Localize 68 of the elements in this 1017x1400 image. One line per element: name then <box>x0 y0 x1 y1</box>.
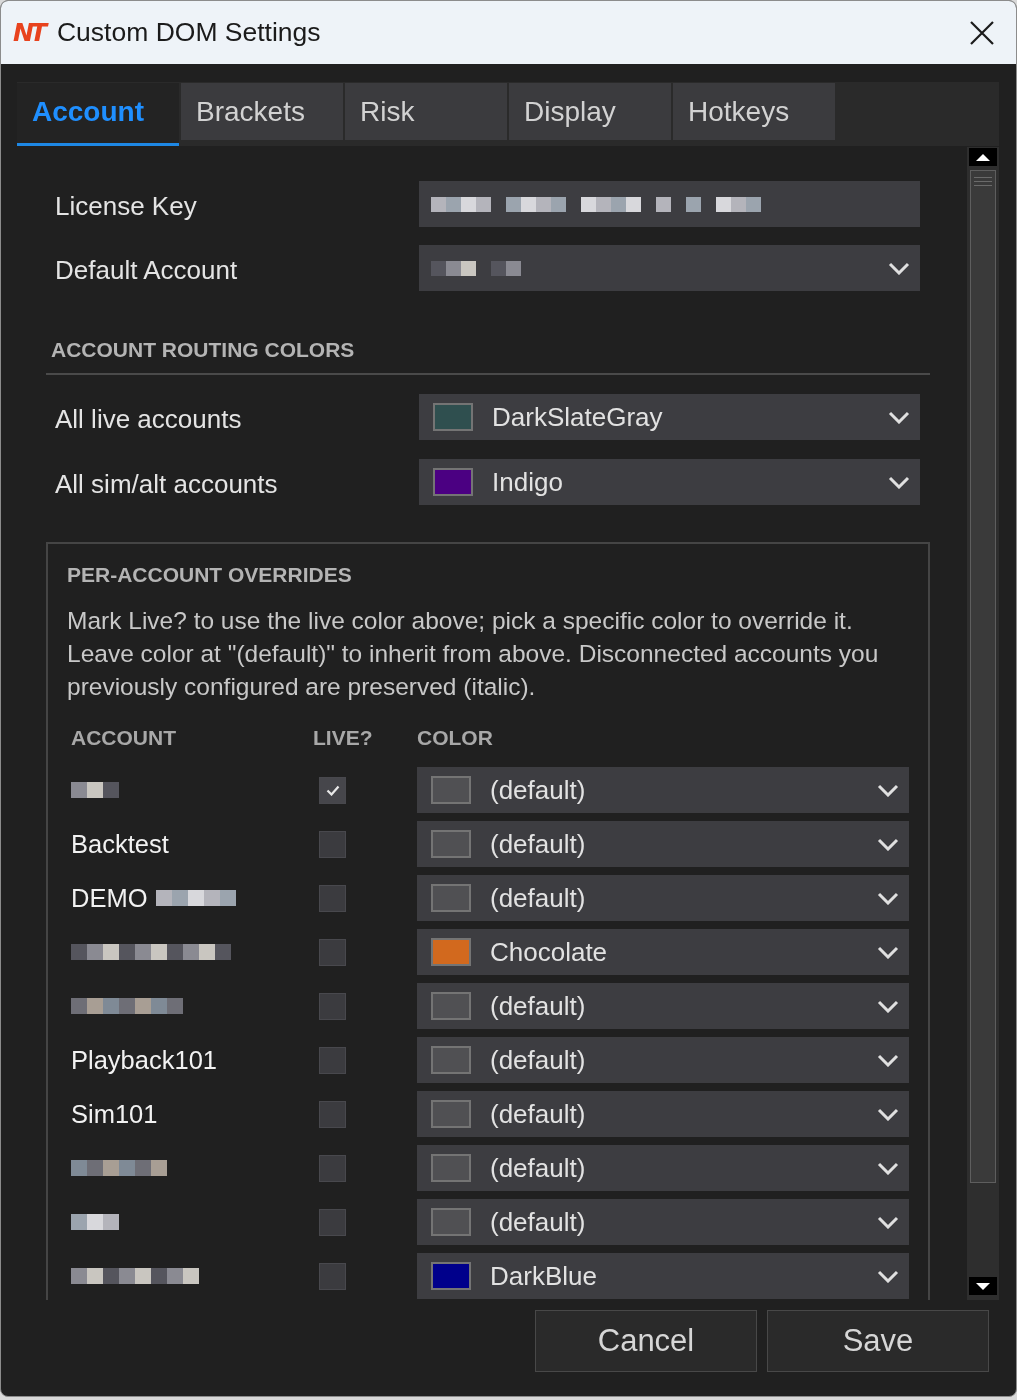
account-name: DEMO <box>71 883 148 913</box>
checkbox[interactable] <box>319 830 346 858</box>
chevron-down-icon <box>877 837 899 851</box>
dialog-button[interactable]: Save <box>767 1310 989 1372</box>
grip-icon <box>974 177 992 186</box>
scroll-up-button[interactable] <box>969 148 997 166</box>
tab[interactable]: Display <box>509 83 671 140</box>
section-heading: ACCOUNT ROUTING COLORS <box>46 337 930 375</box>
dialog-button[interactable]: Cancel <box>535 1310 757 1372</box>
color-dropdown[interactable]: (default) <box>417 1199 909 1245</box>
up-triangle-icon <box>976 153 990 161</box>
column-header: LIVE? <box>313 726 373 749</box>
field-label: Default Account <box>55 253 239 286</box>
tab[interactable]: Brackets <box>181 83 343 140</box>
color-dropdown[interactable]: (default) <box>417 1091 909 1137</box>
chevron-down-icon <box>877 1215 899 1229</box>
chevron-down-icon <box>877 783 899 797</box>
checkbox[interactable] <box>319 1208 346 1236</box>
section-heading: PER-ACCOUNT OVERRIDES <box>67 562 353 588</box>
account-dropdown[interactable] <box>419 245 920 291</box>
checkmark-icon <box>325 784 340 796</box>
color-dropdown[interactable]: (default) <box>417 767 909 813</box>
color-dropdown[interactable]: (default) <box>417 875 909 921</box>
column-header: ACCOUNT <box>71 726 176 749</box>
checkbox[interactable] <box>319 776 346 804</box>
color-dropdown[interactable]: Chocolate <box>417 929 909 975</box>
chevron-down-icon <box>877 999 899 1013</box>
color-dropdown[interactable]: DarkBlue <box>417 1253 909 1299</box>
tab[interactable]: Account <box>17 83 179 146</box>
field-label: License Key <box>55 189 198 222</box>
chevron-down-icon <box>888 475 910 489</box>
account-name: Backtest <box>71 829 169 859</box>
chevron-down-icon <box>877 1107 899 1121</box>
color-dropdown[interactable]: Indigo <box>419 459 920 505</box>
checkbox[interactable] <box>319 992 346 1020</box>
text-field[interactable] <box>419 181 920 227</box>
down-triangle-icon <box>976 1282 990 1290</box>
chevron-down-icon <box>888 261 910 275</box>
field-label: All live accounts <box>55 402 243 435</box>
column-header: COLOR <box>417 726 493 749</box>
scroll-down-button[interactable] <box>969 1277 997 1295</box>
scrollbar-thumb[interactable] <box>970 170 996 1183</box>
app-logo: NT <box>13 20 47 45</box>
checkbox[interactable] <box>319 1046 346 1074</box>
overrides-description: Mark Live? to use the live color above; pick a specific color to override it. Leave color at "(default)" to inherit from above. Disconnected accounts you previously configured are preserved (italic). <box>67 606 880 702</box>
chevron-down-icon <box>877 891 899 905</box>
account-name: Sim101 <box>71 1099 158 1129</box>
account-name: Playback101 <box>71 1045 217 1075</box>
chevron-down-icon <box>888 410 910 424</box>
checkbox[interactable] <box>319 1262 346 1290</box>
color-dropdown[interactable]: DarkSlateGray <box>419 394 920 440</box>
color-dropdown[interactable]: (default) <box>417 1145 909 1191</box>
checkbox[interactable] <box>319 1154 346 1182</box>
checkbox[interactable] <box>319 938 346 966</box>
chevron-down-icon <box>877 945 899 959</box>
color-dropdown[interactable]: (default) <box>417 1037 909 1083</box>
tab[interactable]: Risk <box>345 83 507 140</box>
tab[interactable]: Hotkeys <box>673 83 835 140</box>
field-label: All sim/alt accounts <box>55 467 279 500</box>
color-dropdown[interactable]: (default) <box>417 821 909 867</box>
chevron-down-icon <box>877 1053 899 1067</box>
chevron-down-icon <box>877 1161 899 1175</box>
chevron-down-icon <box>877 1269 899 1283</box>
checkbox[interactable] <box>319 1100 346 1128</box>
close-icon <box>970 20 994 45</box>
checkbox[interactable] <box>319 884 346 912</box>
color-dropdown[interactable]: (default) <box>417 983 909 1029</box>
window-title: Custom DOM Settings <box>57 17 321 48</box>
